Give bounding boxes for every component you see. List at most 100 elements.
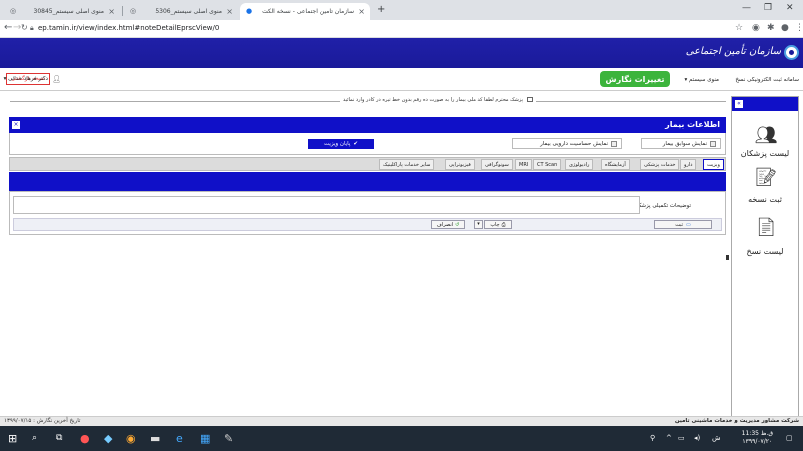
checkmark-icon: ✔	[353, 141, 358, 147]
extension-icon[interactable]: ◉	[752, 23, 760, 33]
system-menu[interactable]: منوی سیستم ▾	[684, 77, 719, 83]
volume-icon[interactable]: ◂)	[694, 434, 700, 442]
system-clock[interactable]: 11:35 ق.ظ ۱۳۹۹/۰۷/۲۰	[742, 430, 773, 446]
sidebar-header: «	[732, 97, 798, 111]
patient-info-panel: نمایش سوابق بیمار نمایش حساسیت دارویی بی…	[9, 133, 726, 155]
tab-laboratory[interactable]: آزمایشگاه	[601, 159, 630, 170]
sidebar-item-prescription-list[interactable]: 📄︎ لیست نسخ	[732, 217, 798, 257]
windows-start-icon[interactable]: ⊞	[8, 432, 17, 445]
network-icon[interactable]: ▭	[678, 434, 685, 442]
opera-icon[interactable]: ●	[80, 432, 90, 445]
show-allergy-option[interactable]: نمایش حساسیت دارویی بیمار	[512, 138, 622, 149]
new-tab-button[interactable]: +	[377, 4, 385, 15]
tab-mri[interactable]: MRI	[515, 159, 533, 170]
print-label: چاپ	[490, 221, 500, 228]
app-icon[interactable]: ✎	[224, 432, 233, 445]
tab-ct-scan[interactable]: CT Scan	[533, 159, 562, 170]
checkbox-icon[interactable]	[710, 140, 716, 147]
close-icon[interactable]: ×	[108, 7, 115, 16]
minimize-icon[interactable]: —	[742, 3, 751, 13]
collapse-icon[interactable]: ×	[12, 121, 20, 129]
browser-tab-title: منوی اصلی سیستم_30845	[33, 8, 104, 15]
browser-tab-1[interactable]: ◎ منوی اصلی سیستم_30845 ×	[4, 3, 120, 20]
globe-icon: ◎	[130, 7, 137, 15]
tab-sonography[interactable]: سونوگرافی	[481, 159, 513, 170]
globe-icon: ◎	[10, 7, 17, 15]
browser-tab-3-active[interactable]: ● سازمان تامین اجتماعی - نسخه الکت ×	[240, 3, 370, 20]
file-explorer-icon[interactable]: ▬	[150, 432, 160, 445]
doctor-name-menu[interactable]: دکتر فرهاد خدائی ▾	[2, 76, 48, 82]
tab-visit[interactable]: ویزیت	[703, 159, 724, 170]
notification-icon[interactable]: ▢	[786, 434, 793, 442]
browser-tab-2[interactable]: ◎ منوی اصلی سیستم_5306 ×	[124, 3, 238, 20]
star-icon[interactable]: ☆	[735, 23, 743, 33]
print-options-button[interactable]: ▾	[474, 220, 483, 229]
logo-icon	[784, 45, 799, 60]
clock-date: ۱۳۹۹/۰۷/۲۰	[742, 438, 773, 445]
splitter-handle[interactable]	[726, 255, 729, 260]
clock-time: 11:35 ق.ظ	[741, 430, 773, 437]
footer: تاریخ آخرین نگارش : ۱۳۹۹/۰۷/۱۵ شرکت مشاو…	[0, 416, 803, 426]
doctor-description-label: توضیحات تکمیلی پزشک:	[634, 203, 691, 209]
edge-icon[interactable]: e	[176, 432, 183, 445]
checkbox-icon[interactable]	[611, 140, 617, 147]
tab-physiotherapy[interactable]: فیزیوتراپی	[445, 159, 475, 170]
reload-icon[interactable]: ↻	[21, 23, 28, 32]
tab-medical-services[interactable]: خدمات پزشکی	[640, 159, 680, 170]
close-icon[interactable]: ×	[358, 7, 365, 16]
sidebar-item-doctors[interactable]: 👥︎ لیست پزشکان	[732, 125, 798, 161]
collapse-icon[interactable]: «	[735, 100, 743, 108]
close-window-icon[interactable]: ✕	[786, 3, 794, 13]
show-history-label: نمایش سوابق بیمار	[662, 140, 707, 147]
patient-info-header: اطلاعات بیمار ×	[9, 117, 726, 133]
cancel-button[interactable]: انصراف ↺	[431, 220, 465, 229]
tab-radiology[interactable]: رادیولوژی	[565, 159, 594, 170]
undo-icon: ↺	[455, 221, 460, 228]
language-icon[interactable]: ش	[712, 434, 721, 442]
notice-text: پزشک محترم لطفا کد ملی بیمار را به صورت …	[343, 97, 523, 103]
document-list-icon: 📄︎	[754, 217, 778, 238]
search-icon[interactable]: ⌕	[32, 433, 37, 443]
close-icon[interactable]: ×	[226, 7, 233, 16]
show-history-option[interactable]: نمایش سوابق بیمار	[641, 138, 721, 149]
address-bar[interactable]: ep.tamin.ir/view/index.html#noteDetailEp…	[38, 24, 219, 32]
doctor-description-input[interactable]	[13, 196, 640, 214]
save-button[interactable]: ثبت ▭	[654, 220, 712, 229]
back-arrow-icon[interactable]: ←	[4, 22, 12, 33]
menu-bar: سامانه ثبت الکترونیکی نسخ منوی سیستم ▾ ت…	[0, 68, 803, 91]
tab-divider	[122, 6, 123, 16]
doctors-group-icon: 👥︎	[754, 125, 778, 146]
company-name: شرکت مشاور مدیریت و خدمات ماشینی تامین	[674, 418, 799, 424]
browser-tab-strip: ◎ منوی اصلی سیستم_30845 × ◎ منوی اصلی سی…	[0, 0, 803, 20]
people-icon[interactable]: ⚲	[650, 434, 655, 442]
site-header: سازمان تأمین اجتماعی	[0, 38, 803, 68]
tab-drug[interactable]: دارو	[680, 159, 697, 170]
sidebar-item-label: لیست نسخ	[746, 247, 784, 256]
printer-icon: ⎙	[501, 221, 506, 228]
sidebar-item-label: ثبت نسخه	[748, 195, 782, 204]
toggle-icon[interactable]	[526, 97, 533, 102]
task-view-icon[interactable]: ⧉	[56, 433, 62, 443]
site-logo-text: سازمان تأمین اجتماعی	[685, 46, 781, 57]
save-label: ثبت	[675, 221, 684, 228]
store-icon[interactable]: ▦	[200, 432, 210, 445]
menu-dots-icon[interactable]: ⋮	[795, 23, 803, 33]
globe-icon: ●	[246, 7, 253, 15]
visit-panel: توضیحات تکمیلی پزشک: ثبت ▭ چاپ ⎙ ▾ انصرا…	[9, 191, 726, 235]
last-change-date: تاریخ آخرین نگارش : ۱۳۹۹/۰۷/۱۵	[4, 418, 81, 424]
chevron-up-icon[interactable]: ^	[666, 434, 672, 442]
app-icon[interactable]: ◆	[104, 432, 112, 445]
chrome-icon[interactable]: ◉	[126, 432, 136, 445]
restore-icon[interactable]: ❐	[764, 3, 772, 13]
browser-tab-title: منوی اصلی سیستم_5306	[155, 8, 222, 15]
sidebar-item-new-prescription[interactable]: 📝︎ ثبت نسخه	[732, 167, 798, 207]
end-visit-label: پایان ویزیت	[324, 141, 351, 147]
end-visit-button[interactable]: پایان ویزیت ✔	[308, 139, 374, 149]
lock-icon[interactable]: 🔒︎	[30, 24, 34, 33]
puzzle-icon[interactable]: ✱	[767, 23, 775, 33]
profile-icon[interactable]: ●	[781, 23, 789, 33]
tab-other-paraclinic[interactable]: سایر خدمات پاراکلینیک	[379, 159, 435, 170]
national-code-notice: پزشک محترم لطفا کد ملی بیمار را به صورت …	[340, 97, 536, 103]
print-button[interactable]: چاپ ⎙	[484, 220, 512, 229]
patient-info-title: اطلاعات بیمار	[665, 120, 720, 129]
